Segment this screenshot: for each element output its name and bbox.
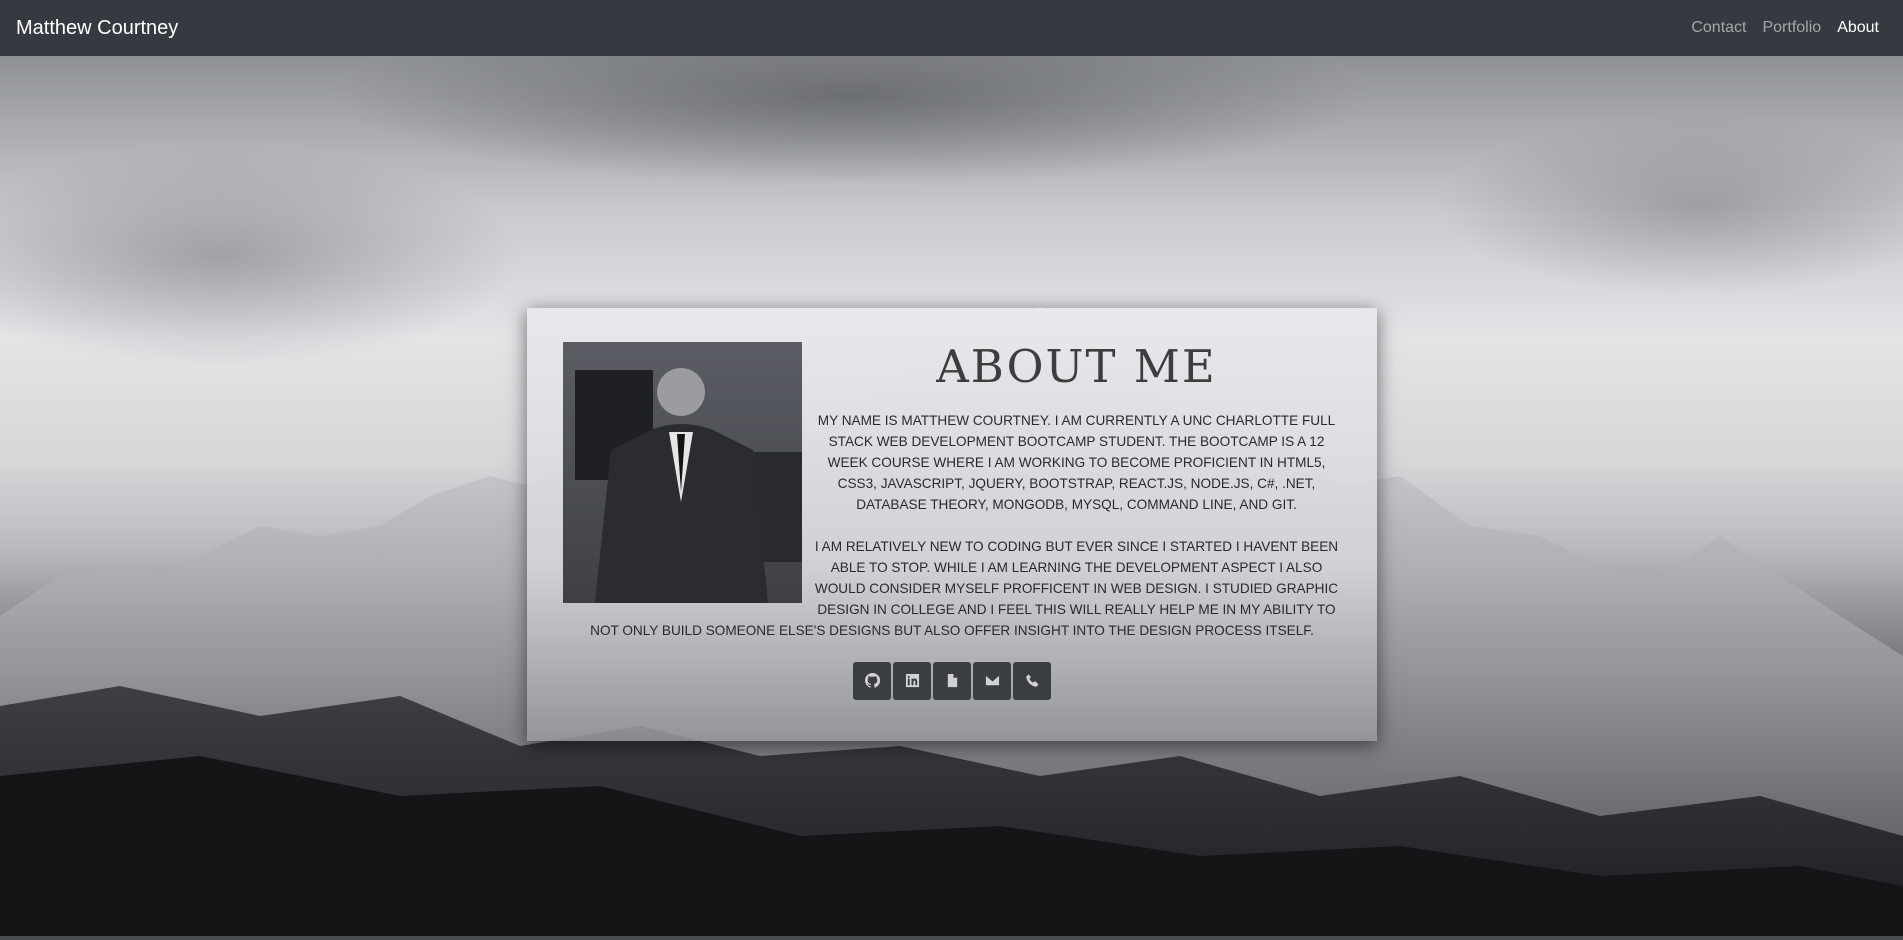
profile-photo bbox=[563, 342, 802, 603]
nav-links: Contact Portfolio About bbox=[1683, 19, 1887, 37]
phone-icon bbox=[1025, 674, 1038, 687]
linkedin-button[interactable] bbox=[893, 661, 931, 700]
resume-button[interactable] bbox=[933, 661, 971, 700]
github-icon bbox=[864, 673, 880, 688]
about-card: ABOUT ME MY NAME IS MATTHEW COURTNEY. I … bbox=[527, 308, 1377, 741]
linkedin-icon bbox=[905, 673, 919, 688]
nav-link-about[interactable]: About bbox=[1829, 19, 1887, 37]
person-silhouette bbox=[575, 368, 802, 603]
navbar: Matthew Courtney Contact Portfolio About bbox=[0, 0, 1903, 56]
email-button[interactable] bbox=[973, 661, 1011, 700]
nav-link-contact[interactable]: Contact bbox=[1683, 19, 1754, 37]
envelope-icon bbox=[985, 675, 999, 686]
phone-button[interactable] bbox=[1013, 661, 1051, 700]
github-button[interactable] bbox=[853, 661, 891, 700]
brand-link[interactable]: Matthew Courtney bbox=[16, 17, 178, 40]
file-icon bbox=[947, 673, 957, 688]
nav-link-portfolio[interactable]: Portfolio bbox=[1754, 19, 1829, 37]
page-bottom-edge bbox=[0, 936, 1903, 940]
social-links bbox=[563, 661, 1341, 700]
